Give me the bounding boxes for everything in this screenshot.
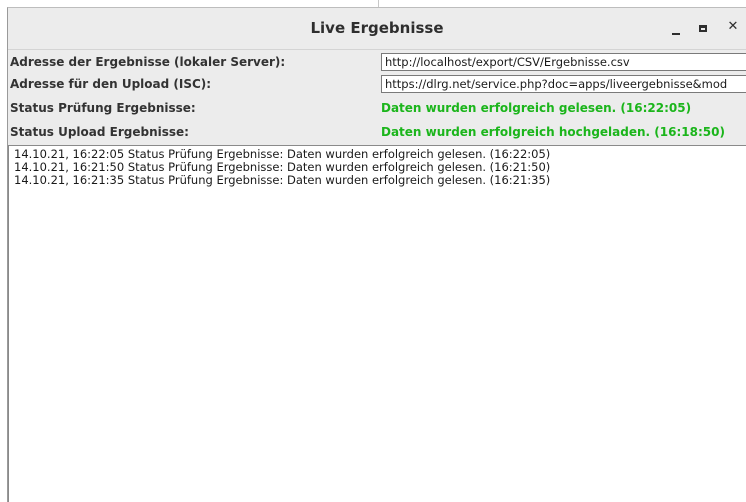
- upload-address-row: Adresse für den Upload (ISC): https://dl…: [8, 73, 746, 95]
- upload-address-label: Adresse für den Upload (ISC):: [10, 77, 212, 91]
- status-upload-label: Status Upload Ergebnisse:: [10, 125, 189, 139]
- minimize-button[interactable]: [665, 16, 689, 40]
- live-ergebnisse-window: Live Ergebnisse ✕ Adresse der Ergebnisse…: [7, 7, 746, 502]
- status-upload-row: Status Upload Ergebnisse: Daten wurden e…: [8, 121, 746, 143]
- maximize-button[interactable]: [692, 16, 716, 40]
- upload-address-input[interactable]: https://dlrg.net/service.php?doc=apps/li…: [381, 75, 746, 93]
- window-content: Adresse der Ergebnisse (lokaler Server):…: [8, 50, 746, 502]
- window-title: Live Ergebnisse: [310, 19, 444, 37]
- title-bar[interactable]: Live Ergebnisse ✕: [8, 8, 746, 50]
- status-check-label: Status Prüfung Ergebnisse:: [10, 101, 196, 115]
- status-check-row: Status Prüfung Ergebnisse: Daten wurden …: [8, 97, 746, 119]
- log-textarea[interactable]: 14.10.21, 16:22:05 Status Prüfung Ergebn…: [8, 145, 746, 502]
- close-button[interactable]: ✕: [721, 16, 745, 40]
- results-address-label: Adresse der Ergebnisse (lokaler Server):: [10, 55, 286, 69]
- desktop: Live Ergebnisse ✕ Adresse der Ergebnisse…: [0, 0, 746, 502]
- results-address-row: Adresse der Ergebnisse (lokaler Server):…: [8, 51, 746, 73]
- results-address-input[interactable]: http://localhost/export/CSV/Ergebnisse.c…: [381, 53, 746, 71]
- status-upload-value: Daten wurden erfolgreich hochgeladen. (1…: [381, 125, 725, 139]
- minimize-icon: [672, 33, 680, 35]
- log-entry: 14.10.21, 16:21:35 Status Prüfung Ergebn…: [14, 173, 551, 187]
- status-check-value: Daten wurden erfolgreich gelesen. (16:22…: [381, 101, 692, 115]
- maximize-icon: [699, 25, 707, 32]
- close-icon: ✕: [727, 19, 739, 34]
